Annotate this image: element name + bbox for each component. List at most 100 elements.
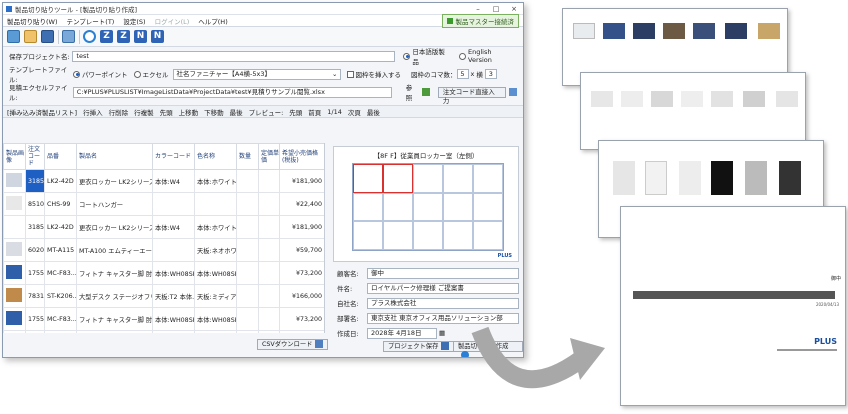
cell-qty[interactable] — [236, 215, 259, 239]
cell-color-code[interactable]: 本体:W4 — [152, 169, 195, 193]
cell-color[interactable]: 天板:ネオホワ... — [194, 238, 237, 262]
move-last-button[interactable]: 最後 — [230, 107, 243, 117]
browse-label[interactable]: 参照 — [406, 82, 419, 102]
cell-part[interactable]: CHS-99 — [44, 192, 77, 216]
cell-code[interactable]: 8510... — [25, 192, 45, 216]
duplicate-row-button[interactable]: 行複製 — [134, 107, 154, 117]
grid-cell[interactable] — [473, 164, 503, 193]
excel-radio[interactable] — [133, 70, 141, 78]
product-thumbnail-cell[interactable] — [3, 307, 26, 331]
col-header[interactable]: 製品名 — [76, 143, 153, 170]
cell-name[interactable]: 大型デスク ステージオフリー ... — [76, 284, 153, 308]
cell-name[interactable]: フィトナ キャスター脚 肘なし... — [76, 261, 153, 285]
minimize-icon[interactable]: – — [469, 5, 487, 13]
template-select[interactable]: 社名ファニチャー【A4横-5x3】 ⌄ — [172, 68, 341, 80]
save-as-icon[interactable] — [62, 30, 75, 43]
insert-row-button[interactable]: 行挿入 — [83, 107, 103, 117]
cell-price[interactable]: ¥181,900 — [279, 215, 324, 239]
lang-jp-radio[interactable] — [403, 52, 411, 60]
cell-qty[interactable] — [236, 192, 259, 216]
direct-input-button[interactable]: 注文コード直接入力 — [437, 86, 507, 105]
n-order-icon[interactable]: N — [134, 30, 147, 43]
cell-code[interactable]: 31852 — [25, 169, 45, 193]
cell-part[interactable]: MT-A115 — [44, 238, 77, 262]
product-thumbnail-cell[interactable] — [3, 238, 26, 262]
cell-color-code[interactable]: 本体:W4 — [152, 215, 195, 239]
col-header[interactable]: 色名称 — [194, 143, 237, 170]
menu-item-login[interactable]: ログイン(L) — [155, 16, 190, 26]
cell-name[interactable]: 更衣ロッカー LK2シリーズ 4... — [76, 169, 153, 193]
cell-name[interactable]: フィトナ キャスター脚 肘なし... — [76, 307, 153, 331]
cell-name[interactable]: 更衣ロッカー LK2シリーズ 4... — [76, 215, 153, 239]
date-field[interactable]: 2028年 4月18日 — [367, 327, 437, 339]
cell-qty[interactable] — [236, 261, 259, 285]
col-header[interactable]: 注文コード — [25, 143, 45, 170]
cell-color-code[interactable] — [152, 192, 195, 216]
calendar-icon[interactable]: ▦ — [439, 329, 445, 337]
table-row[interactable]: 7831...ST-K206...大型デスク ステージオフリー ...天板:T2… — [3, 284, 324, 308]
cell-color-code[interactable]: 天板:T2 本体... — [152, 284, 195, 308]
table-row[interactable]: 17550MC-F83...フィトナ キャスター脚 肘なし...本体:WH08S… — [3, 330, 324, 333]
insert-frame-checkbox[interactable] — [346, 70, 354, 78]
cols-stepper[interactable]: 5 — [456, 69, 469, 79]
cell-price[interactable]: ¥22,400 — [279, 192, 324, 216]
product-thumbnail-cell[interactable] — [3, 330, 26, 333]
new-file-icon[interactable] — [7, 30, 20, 43]
col-header[interactable]: 製品画像 — [3, 143, 26, 170]
menu-item-settings[interactable]: 設定(S) — [123, 16, 145, 26]
product-thumbnail-cell[interactable] — [3, 261, 26, 285]
col-header[interactable]: 希望小売価格(税抜) — [279, 143, 324, 170]
cell-unit[interactable] — [258, 284, 280, 308]
cell-unit[interactable] — [258, 261, 280, 285]
cell-part[interactable]: ST-K206... — [44, 284, 77, 308]
maximize-icon[interactable]: □ — [487, 5, 505, 13]
cell-unit[interactable] — [258, 169, 280, 193]
cell-code[interactable]: 17550 — [25, 330, 45, 333]
grid-cell[interactable] — [383, 164, 413, 193]
quote-file-input[interactable]: C:¥PLUS¥PLUSLIST¥ImageListData¥ProjectDa… — [72, 86, 392, 98]
open-folder-icon[interactable] — [24, 30, 37, 43]
grid-cell[interactable] — [383, 192, 413, 222]
move-up-button[interactable]: 上移動 — [179, 107, 199, 117]
pptx-radio[interactable] — [73, 70, 80, 78]
product-thumbnail-cell[interactable] — [3, 284, 26, 308]
play-icon[interactable] — [83, 30, 96, 43]
cell-color-code[interactable]: 本体:WH08SP... — [152, 307, 195, 331]
grid-cell[interactable] — [443, 221, 473, 250]
grid-cell[interactable] — [413, 192, 443, 222]
grid-cell[interactable] — [353, 192, 383, 222]
product-thumbnail-cell[interactable] — [3, 169, 26, 193]
col-header[interactable]: カラーコード — [152, 143, 195, 170]
cell-price[interactable]: ¥59,700 — [279, 238, 324, 262]
table-row[interactable]: 17550MC-F83...フィトナ キャスター脚 肘なし...本体:WH08S… — [3, 261, 324, 285]
cell-color[interactable]: 本体:ホワイト — [194, 169, 237, 193]
col-header[interactable]: 品番 — [44, 143, 77, 170]
grid-cell[interactable] — [383, 221, 413, 250]
col-header[interactable]: 定価単価 — [258, 143, 280, 170]
save-icon[interactable] — [41, 30, 54, 43]
grid-cell[interactable] — [473, 192, 503, 222]
project-name-input[interactable]: test — [72, 50, 396, 62]
preview-last-button[interactable]: 最後 — [367, 107, 380, 117]
cell-code[interactable]: 60202 — [25, 238, 45, 262]
cell-code[interactable]: 7831... — [25, 284, 45, 308]
cell-color-code[interactable] — [152, 238, 195, 262]
cell-qty[interactable] — [236, 307, 259, 331]
cell-name[interactable]: コートハンガー — [76, 192, 153, 216]
menu-item-template[interactable]: テンプレート(T) — [67, 16, 115, 26]
cell-unit[interactable] — [258, 215, 280, 239]
cell-color[interactable]: 本体:WH08SP... — [194, 261, 237, 285]
grid-cell[interactable] — [473, 221, 503, 250]
move-down-button[interactable]: 下移動 — [204, 107, 224, 117]
grid-cell[interactable] — [413, 221, 443, 250]
preview-next-button[interactable]: 次頁 — [348, 107, 361, 117]
cell-color[interactable]: 本体:WH08SP... — [194, 330, 237, 333]
cell-color-code[interactable]: 本体:WH08SP... — [152, 261, 195, 285]
table-row[interactable]: 31852LK2-42D更衣ロッカー LK2シリーズ 4...本体:W4本体:ホ… — [3, 215, 324, 239]
rows-stepper[interactable]: 3 — [484, 69, 497, 79]
cell-color[interactable]: 本体:WH08SP... — [194, 307, 237, 331]
cell-name[interactable]: MT-A100 エムティーエー100 ... — [76, 238, 153, 262]
cell-color[interactable]: 天板:ミディア... — [194, 284, 237, 308]
col-header[interactable]: 数量 — [236, 143, 259, 170]
cell-code[interactable]: 17550 — [25, 307, 45, 331]
